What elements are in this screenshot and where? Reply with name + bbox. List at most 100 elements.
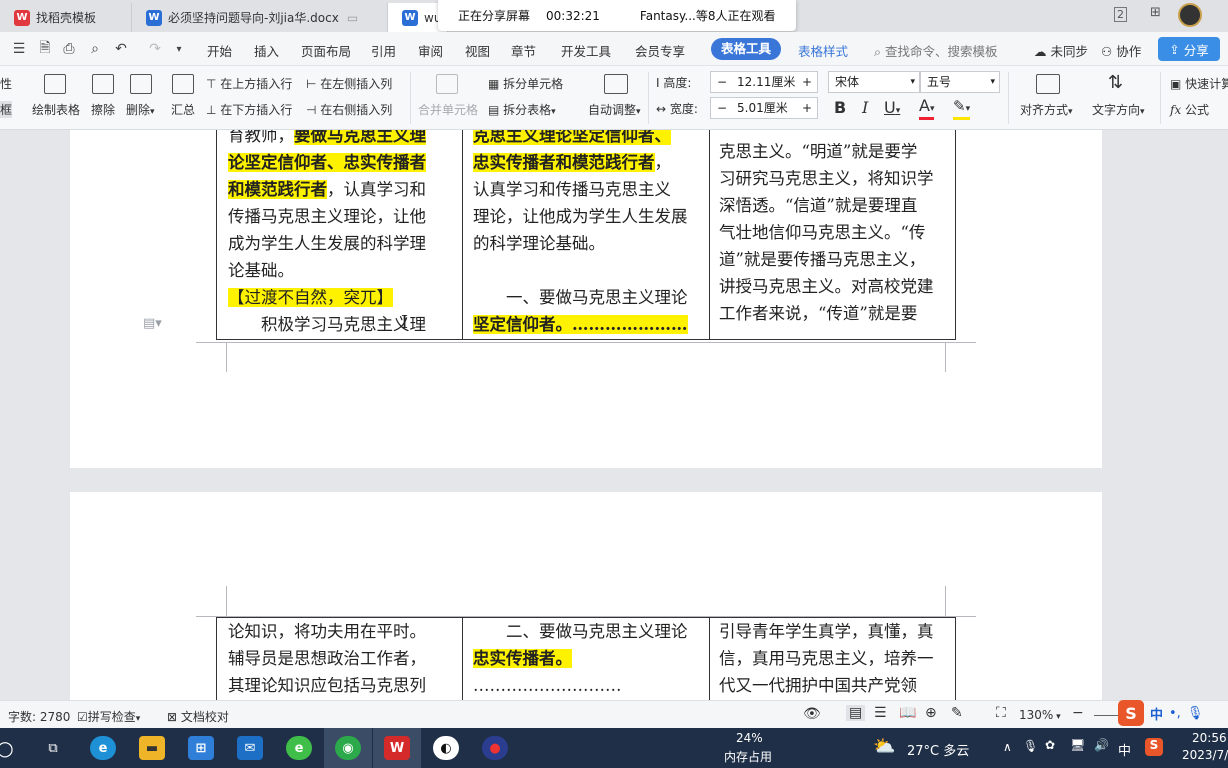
font-color-icon[interactable]: A▾ bbox=[919, 98, 935, 120]
read-view-icon[interactable]: 📖 bbox=[899, 705, 916, 721]
quick-calc-button[interactable]: ▣ 快速计算 bbox=[1170, 75, 1228, 92]
table-cell[interactable]: 二、要做马克思主义理论 忠实传播者。 ……………………… bbox=[473, 618, 705, 700]
cell-text-line[interactable]: 论知识，将功夫用在平时。 bbox=[228, 618, 458, 645]
edge-browser-icon[interactable]: e bbox=[90, 736, 116, 760]
menu-start[interactable]: 开始 bbox=[207, 41, 232, 60]
apps-grid-icon[interactable]: ⊞ bbox=[1150, 5, 1161, 20]
cell-text-line[interactable]: 忠实传播者和模范践行者， bbox=[473, 149, 705, 176]
ime-indicator[interactable]: 中 bbox=[1118, 740, 1131, 759]
split-cells-button[interactable]: ▦ 拆分单元格 bbox=[488, 75, 563, 92]
formula-button[interactable]: fx 公式 bbox=[1170, 101, 1209, 118]
menu-chapter[interactable]: 章节 bbox=[511, 41, 536, 60]
ribbon-cut-label-top[interactable]: 性 bbox=[0, 75, 12, 92]
collab-button[interactable]: ⚇ 协作 bbox=[1101, 41, 1141, 60]
table-cell[interactable]: 育教师，要做马克思主义理 论坚定信仰者、忠实传播者 和模范践行者，认真学习和 传播马克… bbox=[228, 130, 458, 338]
table-cell[interactable]: 引导青年学生真学，真懂，真 信，真用马克思主义，培养一 代又一代拥护中国共产党领 bbox=[719, 618, 951, 700]
menu-view[interactable]: 视图 bbox=[465, 41, 490, 60]
cell-text-line[interactable] bbox=[473, 257, 705, 284]
tray-expand-icon[interactable]: ∧ bbox=[1003, 740, 1012, 754]
print-preview-icon[interactable]: ⌕ bbox=[86, 40, 104, 58]
menu-insert[interactable]: 插入 bbox=[254, 41, 279, 60]
cell-text-line[interactable]: 二、要做马克思主义理论 bbox=[473, 618, 705, 645]
menu-table-style[interactable]: 表格样式 bbox=[798, 41, 848, 60]
menu-references[interactable]: 引用 bbox=[371, 41, 396, 60]
insert-row-above-button[interactable]: ⊤ 在上方插入行 bbox=[206, 75, 292, 92]
menu-developer[interactable]: 开发工具 bbox=[561, 41, 611, 60]
text-direction-button[interactable]: 文字方向▾ bbox=[1092, 101, 1145, 118]
clock-time[interactable]: 20:56 bbox=[1192, 731, 1227, 745]
cell-text-line[interactable]: 育教师，要做马克思主义理 bbox=[228, 130, 458, 149]
underline-icon[interactable]: U▾ bbox=[884, 98, 900, 117]
undo-icon[interactable]: ↶ bbox=[112, 40, 130, 58]
increase-width-button[interactable]: + bbox=[802, 98, 812, 118]
cell-text-line[interactable]: 信，真用马克思主义，培养一 bbox=[719, 645, 951, 672]
row-height-stepper[interactable]: − 12.11厘米 + bbox=[710, 71, 818, 93]
col-width-stepper[interactable]: − 5.01厘米 + bbox=[710, 97, 818, 119]
web-view-icon[interactable]: ⊕ bbox=[925, 705, 937, 721]
cell-text-line[interactable]: 工作者来说，“传道”就是要 bbox=[719, 300, 951, 327]
ime-punctuation-icon[interactable]: •, bbox=[1169, 706, 1181, 721]
outline-view-icon[interactable]: ☰ bbox=[874, 705, 887, 721]
menu-member[interactable]: 会员专享 bbox=[635, 41, 685, 60]
window-layout-icon[interactable]: 2 bbox=[1114, 7, 1127, 22]
table-cell[interactable]: 克思主义。“明道”就是要学 习研究马克思主义，将知识学 深悟透。“信道”就是要理直气… bbox=[719, 138, 951, 338]
insert-col-left-button[interactable]: ⊢ 在左侧插入列 bbox=[306, 75, 392, 92]
wechat-icon[interactable]: ◉ bbox=[335, 736, 361, 760]
menu-icon[interactable]: ☰ bbox=[10, 40, 28, 58]
paragraph-menu-icon[interactable]: ▤▾ bbox=[143, 316, 162, 331]
menu-table-tools[interactable]: 表格工具 bbox=[711, 38, 782, 60]
draw-table-button[interactable]: 绘制表格 bbox=[32, 101, 80, 118]
cell-text-line[interactable]: 忠实传播者。 bbox=[473, 645, 705, 672]
eye-protect-icon[interactable]: 👁 bbox=[803, 706, 821, 722]
auto-fit-button[interactable]: 自动调整▾ bbox=[588, 101, 641, 118]
cell-text-line[interactable]: 克思主义理论坚定信仰者、 bbox=[473, 130, 705, 149]
menu-page-layout[interactable]: 页面布局 bbox=[301, 41, 351, 60]
quick-access-dropdown-icon[interactable]: ▾ bbox=[170, 40, 188, 58]
cell-text-line[interactable]: 论坚定信仰者、忠实传播者 bbox=[228, 149, 458, 176]
split-table-button[interactable]: ▤ 拆分表格▾ bbox=[488, 101, 556, 118]
ime-voice-icon[interactable]: 🎙 bbox=[1187, 706, 1204, 721]
meeting-app-icon[interactable]: ◐ bbox=[433, 736, 459, 760]
cell-text-line[interactable]: 认真学习和传播马克思主义 bbox=[473, 176, 705, 203]
cell-text-line[interactable]: 克思主义。“明道”就是要学 bbox=[719, 138, 951, 165]
cell-text-line[interactable]: 的科学理论基础。 bbox=[473, 230, 705, 257]
delete-button[interactable]: 删除▾ bbox=[126, 101, 155, 118]
increase-height-button[interactable]: + bbox=[802, 72, 812, 92]
cell-text-line[interactable]: 传播马克思主义理论，让他 bbox=[228, 203, 458, 230]
cell-text-line[interactable]: 坚定信仰者。………………… bbox=[473, 311, 705, 338]
font-size-select[interactable]: 五号 ▾ bbox=[920, 71, 1000, 93]
menu-review[interactable]: 审阅 bbox=[418, 41, 443, 60]
doc-proof-button[interactable]: ⊠ 文档校对 bbox=[167, 708, 229, 725]
zoom-out-button[interactable]: − bbox=[1072, 705, 1084, 721]
tab-daoke-template[interactable]: W 找稻壳模板 bbox=[0, 3, 132, 32]
tray-app-icon[interactable]: ✿ bbox=[1045, 738, 1055, 752]
summary-button[interactable]: 汇总 bbox=[171, 101, 195, 118]
wps-office-icon[interactable]: W bbox=[384, 736, 410, 760]
user-avatar[interactable] bbox=[1178, 3, 1202, 27]
cell-text-line[interactable]: 其理论知识应包括马克思列 bbox=[228, 672, 458, 699]
redo-icon[interactable]: ↷ bbox=[146, 40, 164, 58]
italic-icon[interactable]: I bbox=[862, 98, 868, 117]
decrease-width-button[interactable]: − bbox=[717, 98, 727, 118]
browser-360-icon[interactable]: e bbox=[286, 736, 312, 760]
print-icon[interactable]: ⎙ bbox=[60, 40, 78, 58]
memory-label[interactable]: 内存占用 bbox=[724, 748, 772, 765]
volume-icon[interactable]: 🔊 bbox=[1094, 738, 1109, 752]
ribbon-cut-label-bottom[interactable]: 框 bbox=[0, 101, 13, 118]
recorder-app-icon[interactable]: ● bbox=[482, 736, 508, 760]
mail-icon[interactable]: ✉ bbox=[237, 736, 263, 760]
share-button[interactable]: ⇪ 分享 bbox=[1158, 37, 1220, 61]
table-cell[interactable]: 克思主义理论坚定信仰者、 忠实传播者和模范践行者， 认真学习和传播马克思主义 理论，让… bbox=[473, 130, 705, 338]
cell-text-line[interactable]: 气壮地信仰马克思主义。“传 bbox=[719, 219, 951, 246]
sogou-ime-icon[interactable]: S bbox=[1118, 700, 1144, 726]
tab-comment-icon[interactable]: ▭ bbox=[347, 11, 358, 25]
cell-text-line[interactable]: 讲授马克思主义。对高校党建 bbox=[719, 273, 951, 300]
merge-cells-button[interactable]: 合并单元格 bbox=[418, 101, 478, 118]
decrease-height-button[interactable]: − bbox=[717, 72, 727, 92]
document-canvas[interactable]: 育教师，要做马克思主义理 论坚定信仰者、忠实传播者 和模范践行者，认真学习和 传播马克… bbox=[0, 130, 1228, 700]
task-view-icon[interactable]: ⧉ bbox=[40, 736, 66, 760]
word-count[interactable]: 字数: 2780 bbox=[8, 708, 70, 725]
cell-text-line[interactable]: 积极学习马克思主义理 bbox=[228, 311, 458, 338]
align-button[interactable]: 对齐方式▾ bbox=[1020, 101, 1073, 118]
cell-text-line[interactable]: 深悟透。“信道”就是要理直 bbox=[719, 192, 951, 219]
